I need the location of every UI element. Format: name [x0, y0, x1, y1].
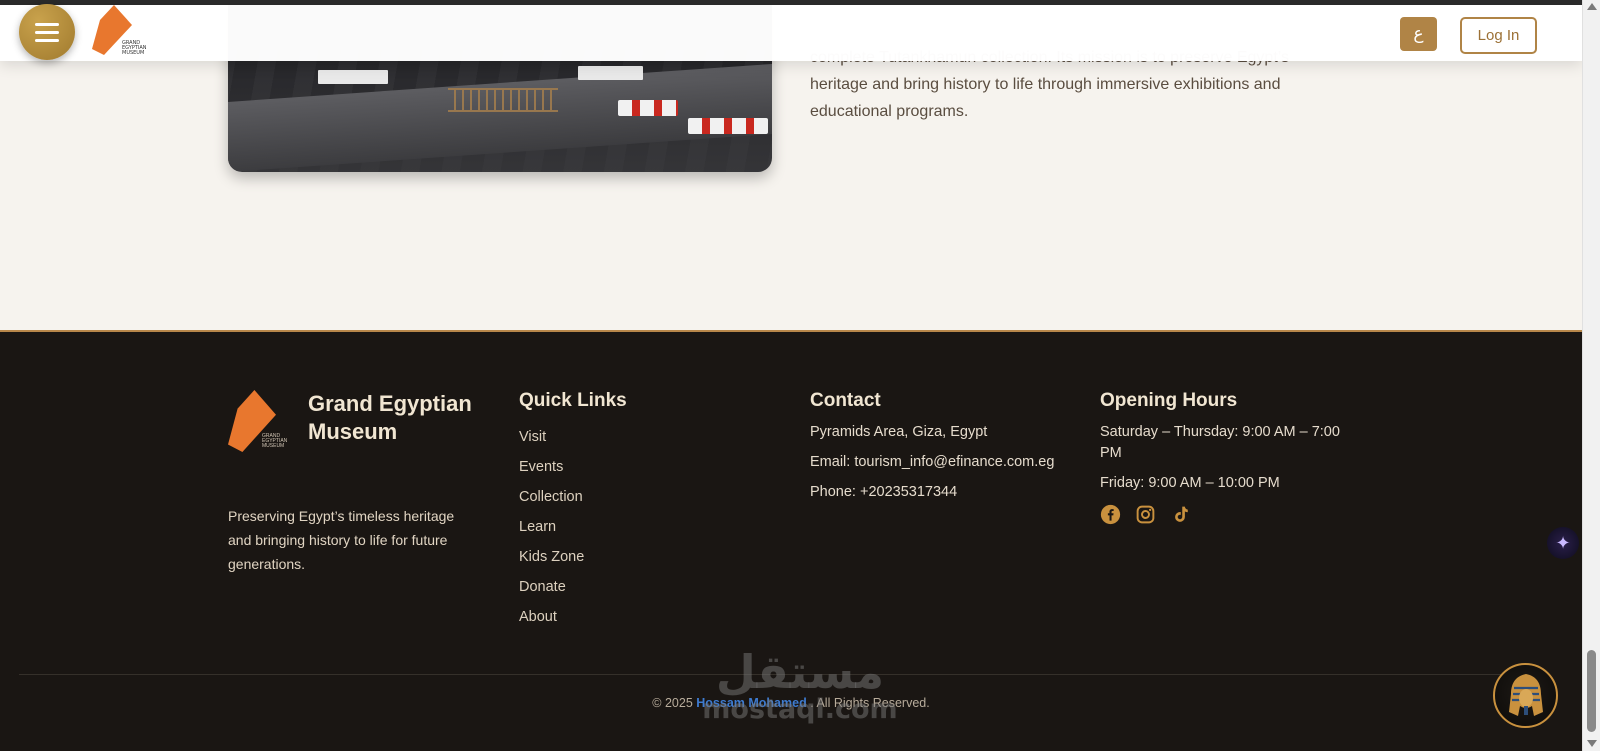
ai-assistant-button[interactable]: ✦: [1547, 527, 1579, 559]
contact-section: Contact Pyramids Area, Giza, Egypt Email…: [810, 390, 1080, 512]
scroll-up-arrow-icon[interactable]: [1587, 3, 1597, 10]
copyright-prefix: © 2025: [652, 696, 693, 710]
footer-link-about[interactable]: About: [519, 602, 627, 632]
quick-links-title: Quick Links: [519, 390, 627, 411]
site-header: GRAND EGYPTIAN MUSEUM ع Log In: [0, 5, 1582, 61]
hours-weekdays: Saturday – Thursday: 9:00 AM – 7:00 PM: [1100, 424, 1340, 461]
footer-link-visit[interactable]: Visit: [519, 422, 627, 452]
login-button[interactable]: Log In: [1460, 17, 1537, 54]
sparkle-icon: ✦: [1555, 532, 1571, 553]
watermark-arabic: مستقل: [715, 645, 885, 699]
chatbot-pharaoh-button[interactable]: [1493, 663, 1558, 728]
language-toggle-button[interactable]: ع: [1400, 17, 1437, 51]
hours-friday: Friday: 9:00 AM – 10:00 PM: [1100, 475, 1280, 491]
mostaql-watermark: مستقل mostaql.com: [700, 648, 900, 724]
footer-link-kids-zone[interactable]: Kids Zone: [519, 542, 627, 572]
logo-caption: GRAND EGYPTIAN MUSEUM: [122, 40, 147, 56]
footer-logo-caption: GRAND EGYPTIAN MUSEUM: [262, 433, 288, 449]
footer-brand-description: Preserving Egypt’s timeless heritage and…: [228, 508, 455, 572]
footer-brand: GRAND EGYPTIAN MUSEUM Grand Egyptian Mus…: [228, 390, 488, 576]
tiktok-icon[interactable]: [1170, 504, 1191, 525]
opening-hours-section: Opening Hours Saturday – Thursday: 9:00 …: [1100, 390, 1350, 525]
page-scrollbar[interactable]: [1582, 0, 1600, 751]
footer-brand-name: Grand Egyptian Museum: [308, 391, 472, 444]
watermark-latin: mostaql.com: [702, 694, 898, 725]
footer-logo: GRAND EGYPTIAN MUSEUM: [228, 390, 290, 454]
scroll-down-arrow-icon[interactable]: [1587, 740, 1597, 747]
contact-address: Pyramids Area, Giza, Egypt: [810, 424, 988, 440]
quick-links: Quick Links Visit Events Collection Lear…: [519, 390, 627, 632]
museum-logo[interactable]: GRAND EGYPTIAN MUSEUM: [92, 5, 147, 59]
footer-link-collection[interactable]: Collection: [519, 482, 627, 512]
footer-link-donate[interactable]: Donate: [519, 572, 627, 602]
contact-title: Contact: [810, 390, 881, 411]
scroll-thumb[interactable]: [1587, 650, 1596, 732]
footer-link-events[interactable]: Events: [519, 452, 627, 482]
opening-hours-title: Opening Hours: [1100, 390, 1238, 411]
pharaoh-mask-icon: [1508, 673, 1543, 716]
menu-button[interactable]: [19, 4, 75, 60]
hamburger-icon: [35, 22, 59, 26]
footer-link-learn[interactable]: Learn: [519, 512, 627, 542]
social-links: [1100, 504, 1350, 525]
instagram-icon[interactable]: [1135, 504, 1156, 525]
contact-phone: Phone: +20235317344: [810, 484, 958, 500]
contact-email: Email: tourism_info@efinance.com.eg: [810, 454, 1055, 470]
facebook-icon[interactable]: [1100, 504, 1121, 525]
